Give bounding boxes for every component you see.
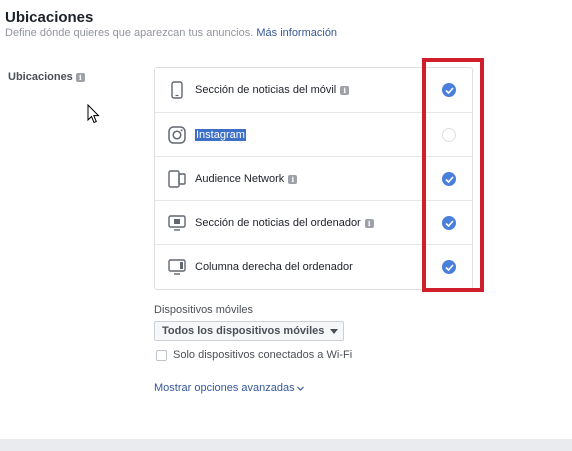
dropdown-selected-value: Todos los dispositivos móviles bbox=[162, 325, 325, 337]
placements-panel: Sección de noticias del móvil i Instagra… bbox=[154, 67, 473, 290]
placement-label-text: Audience Network bbox=[195, 173, 285, 185]
checkmark-icon bbox=[444, 263, 454, 271]
placement-checkbox[interactable] bbox=[442, 83, 456, 97]
mobile-devices-dropdown[interactable]: Todos los dispositivos móviles bbox=[154, 321, 344, 341]
mouse-cursor-icon bbox=[87, 104, 100, 124]
placement-row-instagram[interactable]: Instagram bbox=[155, 112, 472, 157]
desktop-right-column-icon bbox=[167, 257, 187, 277]
placement-label: Sección de noticias del ordenador i bbox=[195, 217, 374, 229]
placement-label: Columna derecha del ordenador bbox=[195, 261, 353, 273]
placements-label-text: Ubicaciones bbox=[8, 71, 73, 83]
advanced-link-text: Mostrar opciones avanzadas bbox=[154, 382, 295, 394]
footer-bar bbox=[0, 439, 572, 451]
placement-checkbox[interactable] bbox=[442, 260, 456, 274]
placement-label: Instagram bbox=[195, 129, 246, 141]
wifi-only-label: Solo dispositivos conectados a Wi-Fi bbox=[173, 349, 353, 361]
checkmark-icon bbox=[444, 86, 454, 94]
placement-checkbox[interactable] bbox=[442, 172, 456, 186]
info-icon[interactable]: i bbox=[364, 218, 374, 228]
section-subtitle: Define dónde quieres que aparezcan tus a… bbox=[5, 27, 337, 39]
wifi-only-option[interactable]: Solo dispositivos conectados a Wi-Fi bbox=[156, 349, 352, 361]
info-icon[interactable]: i bbox=[340, 85, 350, 95]
placement-label-text: Instagram bbox=[195, 129, 246, 141]
placement-label-text: Columna derecha del ordenador bbox=[195, 261, 353, 273]
placement-row-mobile-news-feed[interactable]: Sección de noticias del móvil i bbox=[155, 68, 472, 112]
instagram-icon bbox=[167, 125, 187, 145]
subtitle-text: Define dónde quieres que aparezcan tus a… bbox=[5, 27, 254, 39]
mobile-devices-label: Dispositivos móviles bbox=[154, 304, 254, 316]
placement-checkbox[interactable] bbox=[442, 128, 456, 142]
checkmark-icon bbox=[444, 175, 454, 183]
desktop-monitor-icon bbox=[167, 213, 187, 233]
placement-row-audience-network[interactable]: Audience Network i bbox=[155, 156, 472, 201]
show-advanced-options-link[interactable]: Mostrar opciones avanzadas bbox=[154, 382, 304, 394]
info-icon[interactable]: i bbox=[288, 174, 298, 184]
checkmark-icon bbox=[444, 219, 454, 227]
chevron-down-icon bbox=[296, 386, 304, 391]
wifi-only-checkbox[interactable] bbox=[156, 349, 167, 361]
placement-label-text: Sección de noticias del móvil bbox=[195, 84, 337, 96]
chevron-down-icon bbox=[330, 328, 339, 334]
placement-checkbox[interactable] bbox=[442, 216, 456, 230]
audience-network-icon bbox=[167, 169, 187, 189]
placement-row-desktop-news-feed[interactable]: Sección de noticias del ordenador i bbox=[155, 200, 472, 245]
section-title: Ubicaciones bbox=[5, 9, 94, 26]
placement-label: Audience Network i bbox=[195, 173, 298, 185]
placement-row-desktop-right-column[interactable]: Columna derecha del ordenador bbox=[155, 244, 472, 289]
mobile-phone-icon bbox=[167, 80, 187, 100]
placement-label-text: Sección de noticias del ordenador bbox=[195, 217, 361, 229]
more-info-link[interactable]: Más información bbox=[256, 27, 337, 39]
placement-label: Sección de noticias del móvil i bbox=[195, 84, 350, 96]
placements-field-label: Ubicaciones i bbox=[8, 71, 85, 83]
info-icon[interactable]: i bbox=[75, 72, 85, 82]
